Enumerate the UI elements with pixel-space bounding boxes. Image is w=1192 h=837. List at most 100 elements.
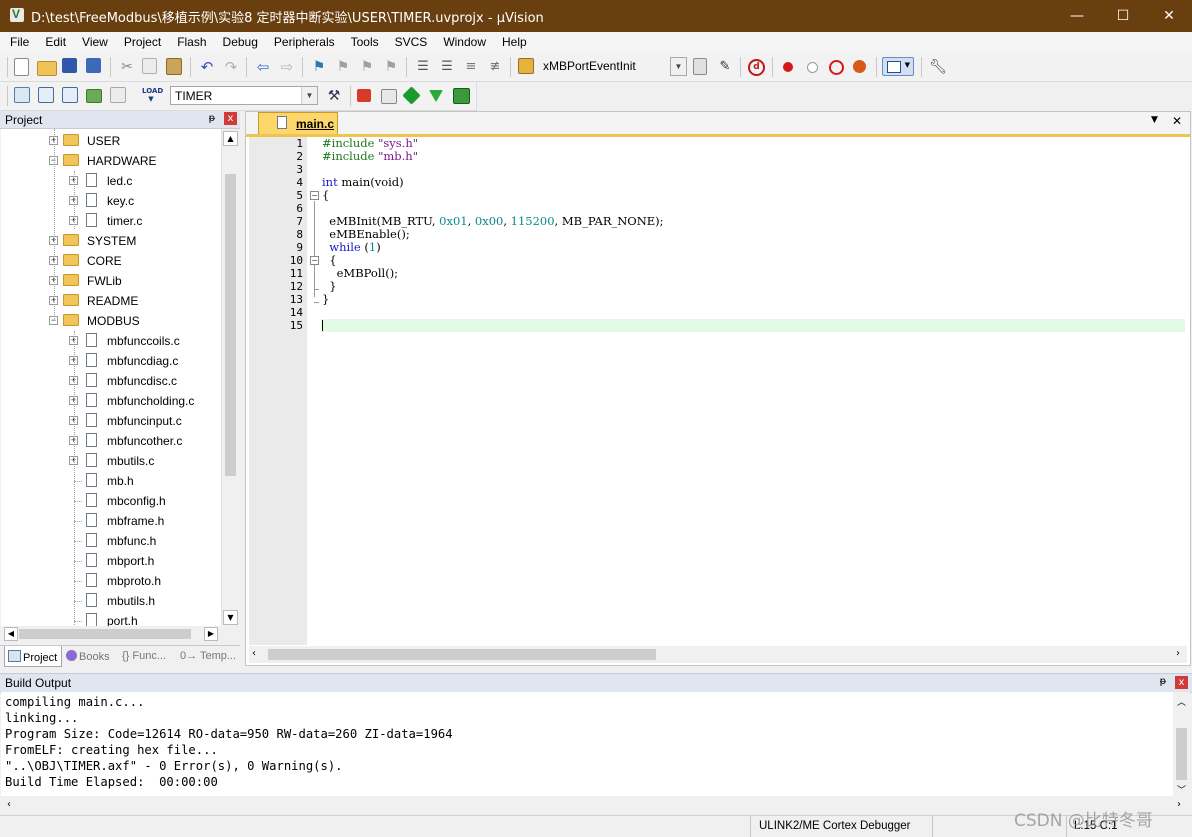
tab-project[interactable]: Project [4, 646, 62, 667]
scroll-up-arrow-icon[interactable]: ▲ [223, 131, 238, 146]
kill-breakpoints-icon[interactable] [853, 60, 866, 73]
tree-item-mbfuncdisc-c[interactable]: + mbfuncdisc.c [1, 371, 221, 391]
navigate-forward-icon[interactable]: ⇨ [278, 58, 296, 76]
menu-window[interactable]: Window [434, 32, 493, 52]
menu-tools[interactable]: Tools [342, 32, 386, 52]
scroll-thumb[interactable] [19, 629, 191, 639]
pack-installer-icon[interactable] [429, 90, 443, 102]
tree-item-mbfunccoils-c[interactable]: + mbfunccoils.c [1, 331, 221, 351]
configure-wrench-icon[interactable]: 🔧︎ [929, 58, 947, 76]
tree-item-mbport-h[interactable]: mbport.h [1, 551, 221, 571]
unindent-icon[interactable]: ☰ [438, 58, 456, 76]
tree-item-mbfuncholding-c[interactable]: + mbfuncholding.c [1, 391, 221, 411]
copy-icon[interactable] [142, 58, 157, 74]
build-output-vertical-scrollbar[interactable]: ︿ ﹀ [1173, 692, 1190, 796]
tree-item-hardware[interactable]: − HARDWARE [1, 151, 221, 171]
tab-books[interactable]: Books [64, 646, 120, 667]
chevron-down-icon[interactable]: ▼ [301, 87, 317, 104]
find-in-files-icon[interactable] [518, 58, 534, 74]
tab-main-c[interactable]: main.c [258, 112, 338, 134]
scroll-right-arrow-icon[interactable]: › [1177, 799, 1181, 810]
scroll-left-arrow-icon[interactable]: ‹ [252, 648, 256, 659]
tab-list-dropdown-icon[interactable]: ▼ [1151, 115, 1158, 125]
incremental-find-icon[interactable] [693, 58, 707, 75]
window-layout-icon[interactable]: ▼ [882, 57, 914, 76]
tree-item-mbfuncdiag-c[interactable]: + mbfuncdiag.c [1, 351, 221, 371]
project-tree-vertical-scrollbar[interactable]: ▲ ▼ [221, 129, 240, 626]
maximize-button[interactable]: ☐ [1100, 0, 1146, 32]
pin-icon[interactable]: ᵽ [1157, 676, 1169, 688]
tree-item-timer-c[interactable]: + timer.c [1, 211, 221, 231]
paste-icon[interactable] [166, 58, 182, 75]
stop-build-icon[interactable] [110, 87, 126, 103]
next-bookmark-icon[interactable]: ⚑ [358, 58, 376, 76]
bookmark-icon[interactable]: ⚑ [310, 58, 328, 76]
tab-functions[interactable]: {} Func... [122, 646, 178, 667]
translate-icon[interactable] [14, 87, 30, 103]
tree-item-mbutils-c[interactable]: + mbutils.c [1, 451, 221, 471]
build-icon[interactable] [38, 87, 54, 103]
tree-item-core[interactable]: + CORE [1, 251, 221, 271]
scroll-right-arrow-icon[interactable]: ▶ [204, 627, 218, 641]
batch-build-icon[interactable] [86, 89, 102, 103]
file-extensions-icon[interactable] [381, 89, 397, 104]
tree-item-mbfuncother-c[interactable]: + mbfuncother.c [1, 431, 221, 451]
tree-item-mbproto-h[interactable]: mbproto.h [1, 571, 221, 591]
chevron-down-icon[interactable]: ▼ [670, 57, 687, 76]
menu-peripherals[interactable]: Peripherals [265, 32, 342, 52]
target-options-icon[interactable]: ⚒ [325, 87, 343, 105]
menu-file[interactable]: File [0, 32, 36, 52]
scroll-left-arrow-icon[interactable]: ‹ [7, 799, 11, 810]
scroll-down-arrow-icon[interactable]: ▼ [223, 610, 238, 625]
scroll-up-arrow-icon[interactable]: ︿ [1177, 695, 1186, 708]
redo-icon[interactable]: ↷ [222, 58, 240, 76]
uncomment-icon[interactable]: ≢ [486, 58, 504, 76]
rebuild-icon[interactable] [62, 87, 78, 103]
menu-flash[interactable]: Flash [168, 32, 213, 52]
fold-collapse-icon[interactable]: − [310, 191, 319, 200]
close-tab-icon[interactable]: ✕ [1172, 114, 1182, 128]
editor-horizontal-scrollbar[interactable]: ‹ › [249, 646, 1187, 663]
tree-item-mbfuncinput-c[interactable]: + mbfuncinput.c [1, 411, 221, 431]
menu-view[interactable]: View [73, 32, 115, 52]
tree-item-mbutils-h[interactable]: mbutils.h [1, 591, 221, 611]
disable-breakpoints-icon[interactable] [829, 60, 844, 75]
fold-collapse-icon[interactable]: − [310, 256, 319, 265]
tree-item-mb-h[interactable]: mb.h [1, 471, 221, 491]
tree-item-readme[interactable]: + README [1, 291, 221, 311]
select-packs-icon[interactable] [402, 86, 421, 105]
tree-item-system[interactable]: + SYSTEM [1, 231, 221, 251]
target-combo[interactable]: TIMER ▼ [170, 86, 318, 105]
cut-icon[interactable]: ✂ [118, 58, 136, 76]
close-build-output-button[interactable]: x [1175, 676, 1188, 689]
debug-session-icon[interactable]: d [748, 59, 765, 76]
undo-icon[interactable]: ↶ [198, 58, 216, 76]
save-all-icon[interactable] [86, 58, 101, 73]
manage-components-icon[interactable] [357, 89, 371, 102]
pin-icon[interactable]: ᵽ [206, 113, 218, 125]
indent-icon[interactable]: ☰ [414, 58, 432, 76]
rte-icon[interactable] [453, 88, 470, 104]
open-folder-icon[interactable] [37, 61, 57, 76]
tree-item-key-c[interactable]: + key.c [1, 191, 221, 211]
scroll-left-arrow-icon[interactable]: ◀ [4, 627, 18, 641]
function-combo[interactable]: xMBPortEventInit ▼ [539, 57, 687, 76]
menu-help[interactable]: Help [493, 32, 534, 52]
tree-item-mbfunc-h[interactable]: mbfunc.h [1, 531, 221, 551]
find-icon[interactable]: ✎ [716, 58, 734, 76]
scroll-right-arrow-icon[interactable]: › [1176, 648, 1180, 659]
scroll-down-arrow-icon[interactable]: ﹀ [1177, 783, 1186, 796]
tree-item-mbconfig-h[interactable]: mbconfig.h [1, 491, 221, 511]
previous-bookmark-icon[interactable]: ⚑ [334, 58, 352, 76]
tree-item-modbus[interactable]: − MODBUS [1, 311, 221, 331]
menu-edit[interactable]: Edit [36, 32, 73, 52]
tree-item-port-h[interactable]: port.h [1, 611, 221, 626]
close-window-button[interactable]: ✕ [1146, 0, 1192, 32]
clear-bookmarks-icon[interactable]: ⚑ [382, 58, 400, 76]
navigate-back-icon[interactable]: ⇦ [254, 58, 272, 76]
menu-project[interactable]: Project [115, 32, 168, 52]
comment-icon[interactable]: ≡ [462, 58, 480, 76]
scroll-thumb[interactable] [225, 174, 236, 476]
tree-item-user[interactable]: + USER [1, 131, 221, 151]
tree-item-led-c[interactable]: + led.c [1, 171, 221, 191]
